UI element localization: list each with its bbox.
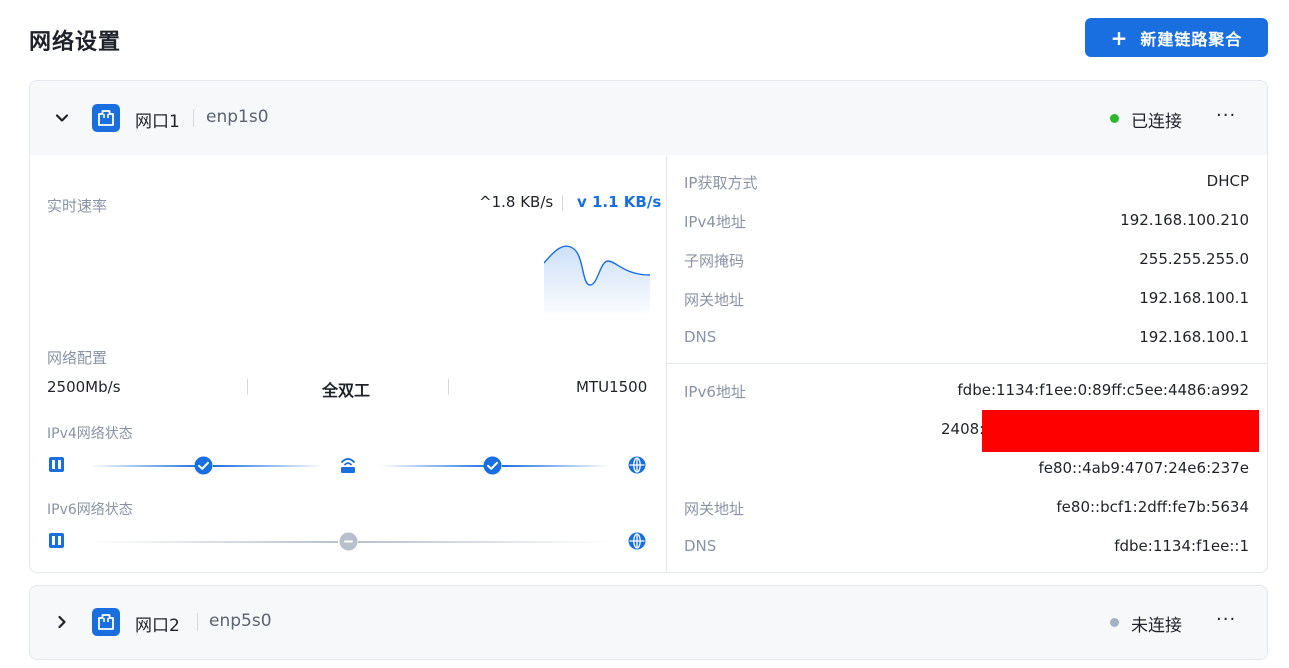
- pending-dot-icon: [339, 532, 358, 555]
- check-circle-icon: [194, 456, 213, 479]
- device-icon: [48, 532, 65, 553]
- more-options-button[interactable]: ···: [1216, 105, 1236, 126]
- ipv4-gateway-label: 网关地址: [684, 291, 745, 309]
- ipv4-link-segment: [90, 465, 202, 467]
- ipv4-status-label: IPv4网络状态: [47, 426, 133, 442]
- ip-details-panel: IP获取方式 DHCP IPv4地址 192.168.100.210 子网掩码 …: [667, 155, 1267, 572]
- ipv6-link-segment: [90, 541, 338, 543]
- ipv4-address-label: IPv4地址: [684, 213, 746, 231]
- ipv4-link-segment: [213, 465, 323, 467]
- ipv4-dns-value: 192.168.100.1: [1139, 328, 1249, 346]
- port-card-1: 网口1 enp1s0 已连接 ··· 实时速率 ^1.8 KB/s v 1.1 …: [29, 80, 1268, 573]
- divider: [562, 195, 563, 211]
- divider: [247, 379, 248, 395]
- device-icon: [48, 456, 65, 477]
- connection-status: 未连接: [1131, 616, 1182, 636]
- interface-name: enp1s0: [206, 107, 269, 127]
- realtime-rate-label: 实时速率: [47, 197, 108, 215]
- upload-rate-text: ^1.8 KB/s: [479, 193, 554, 211]
- ethernet-port-icon: [92, 104, 120, 132]
- divider: [448, 379, 449, 395]
- chevron-right-icon[interactable]: [52, 612, 72, 632]
- plus-icon: +: [1110, 25, 1129, 50]
- link-speed: 2500Mb/s: [47, 378, 121, 396]
- ip-method-value: DHCP: [1206, 172, 1249, 190]
- traffic-sparkline: [544, 245, 650, 313]
- ipv4-dns-label: DNS: [684, 328, 717, 346]
- ipv6-dns-label: DNS: [684, 537, 717, 555]
- network-config-label: 网络配置: [47, 349, 108, 367]
- new-link-aggregation-button[interactable]: + 新建链路聚合: [1085, 18, 1268, 57]
- subnet-mask-value: 255.255.255.0: [1139, 250, 1249, 268]
- port-overview-panel: 实时速率 ^1.8 KB/s v 1.1 KB/s 网络配置 2500Mb/s …: [30, 155, 666, 572]
- new-link-aggregation-label: 新建链路聚合: [1140, 29, 1243, 49]
- ipv4-gateway-value: 192.168.100.1: [1139, 289, 1249, 307]
- more-options-button[interactable]: ···: [1216, 609, 1236, 630]
- upload-rate: ^1.8 KB/s: [479, 193, 553, 211]
- divider: [193, 109, 194, 127]
- router-icon: [339, 454, 357, 478]
- ipv4-address-value: 192.168.100.210: [1120, 211, 1249, 229]
- mtu-value: MTU1500: [576, 378, 648, 396]
- ipv4-link-segment: [502, 465, 610, 467]
- ipv6-dns-value: fdbe:1134:f1ee::1: [1114, 537, 1249, 555]
- ipv6-address-value: 2408:: [941, 420, 985, 438]
- port-card-2: 网口2 enp5s0 未连接 ···: [29, 585, 1268, 660]
- ipv6-address-value: fdbe:1134:f1ee:0:89ff:c5ee:4486:a992: [957, 381, 1249, 399]
- port-card-header[interactable]: 网口1 enp1s0 已连接 ···: [30, 81, 1267, 155]
- ipv4-link-segment: [380, 465, 492, 467]
- ipv6-status-label: IPv6网络状态: [47, 502, 133, 518]
- ipv6-address-label: IPv6地址: [684, 383, 746, 401]
- ipv6-gateway-value: fe80::bcf1:2dff:fe7b:5634: [1056, 498, 1249, 516]
- interface-name: enp5s0: [209, 611, 272, 631]
- port-name: 网口2: [135, 616, 180, 636]
- page-title: 网络设置: [29, 30, 122, 55]
- connection-status: 已连接: [1131, 112, 1182, 132]
- status-dot: [1110, 114, 1119, 123]
- status-dot: [1110, 618, 1119, 627]
- duplex-mode: 全双工: [322, 381, 371, 400]
- globe-icon: [628, 456, 646, 478]
- ip-method-label: IP获取方式: [684, 174, 758, 192]
- port-name: 网口1: [135, 112, 180, 132]
- divider: [197, 613, 198, 631]
- download-rate: v 1.1 KB/s: [577, 193, 662, 211]
- ipv6-address-value: fe80::4ab9:4707:24e6:237e: [1038, 459, 1249, 477]
- subnet-mask-label: 子网掩码: [684, 252, 745, 270]
- section-divider: [667, 363, 1267, 364]
- globe-icon: [628, 532, 646, 554]
- ipv6-link-segment: [358, 541, 610, 543]
- ipv6-gateway-label: 网关地址: [684, 500, 745, 518]
- check-circle-icon: [483, 456, 502, 479]
- ethernet-port-icon: [92, 608, 120, 636]
- redaction-box: [982, 410, 1259, 452]
- port-card-header[interactable]: 网口2 enp5s0 未连接 ···: [30, 586, 1267, 659]
- chevron-down-icon[interactable]: [52, 108, 72, 128]
